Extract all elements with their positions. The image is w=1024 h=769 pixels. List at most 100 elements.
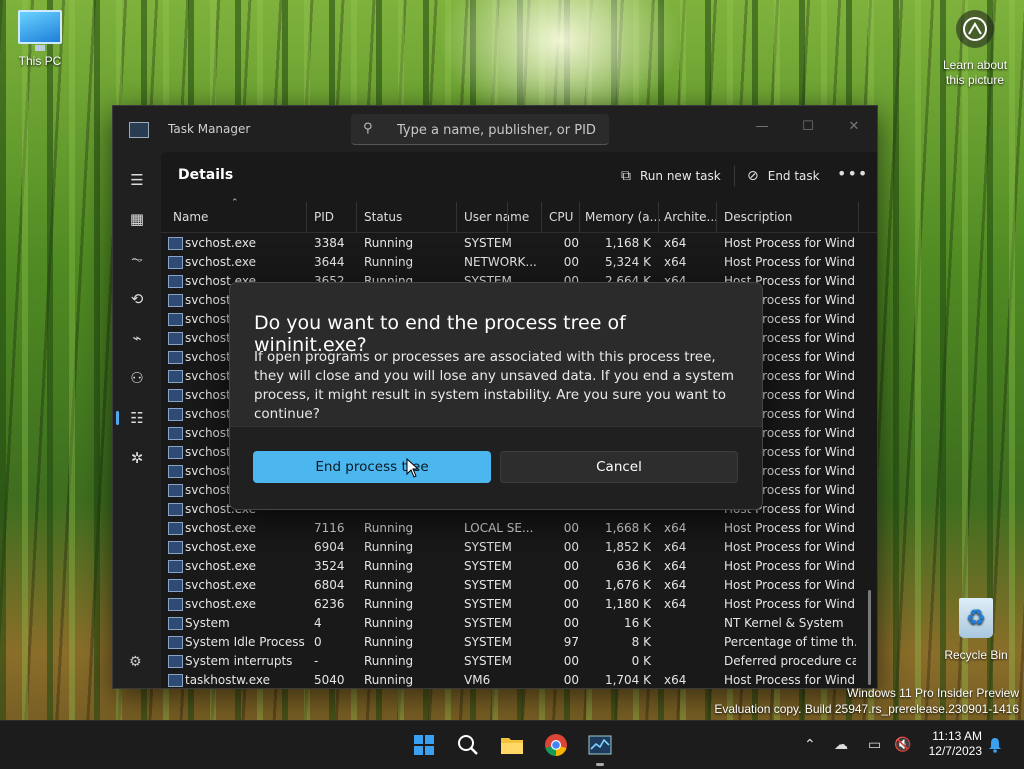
cell-arch: x64 [664,255,687,269]
column-divider[interactable] [658,202,659,232]
process-icon [168,484,183,497]
table-row[interactable]: svchost.exe 3384 Running SYSTEM 00 1,168 K x64… [161,233,877,252]
cell-status: Running [364,559,414,573]
cancel-button[interactable]: Cancel [500,451,738,483]
process-icon [168,636,183,649]
users-icon[interactable]: ⚇ [121,362,153,394]
column-divider[interactable] [306,202,307,232]
start-icon[interactable] [408,729,440,761]
cell-cpu: 97 [563,635,579,649]
process-icon [168,503,183,516]
startup-apps-icon[interactable]: ⌁ [121,322,153,354]
process-icon [168,674,183,687]
process-icon [168,408,183,421]
end-process-tree-button[interactable]: End process tree [253,451,491,483]
title-bar[interactable]: Task Manager ⚲ — ☐ ✕ [113,106,877,152]
cell-arch: x64 [664,578,687,592]
cell-pid: 3644 [314,255,345,269]
desktop-icon-recycle-bin[interactable]: ♻ Recycle Bin [940,598,1012,662]
table-row[interactable]: svchost.exe 3524 Running SYSTEM 00 636 K x64 Ho… [161,556,877,575]
onedrive-icon[interactable]: ☁ [834,721,848,769]
column-divider[interactable] [541,202,542,232]
end-task-label: End task [767,169,820,183]
table-row[interactable]: svchost.exe 6236 Running SYSTEM 00 1,180 K x64… [161,594,877,613]
cell-arch: x64 [664,236,687,250]
process-icon [168,275,183,288]
table-row[interactable]: System 4 Running SYSTEM 00 16 K NT Kernel & Sy… [161,613,877,632]
cell-status: Running [364,521,414,535]
recycle-bin-icon: ♻ [959,598,993,638]
column-divider[interactable] [579,202,580,232]
column-header[interactable]: PID [314,210,334,224]
system-clock[interactable]: 11:13 AM 12/7/2023 [918,729,982,759]
table-row[interactable]: System interrupts - Running SYSTEM 00 0 K Defe… [161,651,877,670]
details-icon[interactable]: ☷ [116,402,153,434]
app-history-icon[interactable]: ⟲ [121,283,153,315]
settings-gear-icon[interactable]: ⚙ [129,654,142,670]
cell-cpu: 00 [563,521,579,535]
table-row[interactable]: svchost.exe 7116 Running LOCAL SE... 00 1,668… [161,518,877,537]
performance-icon[interactable]: ⏦ [121,243,153,275]
cell-arch: x64 [664,597,687,611]
cell-name: svchost.exe [185,521,256,535]
sidebar-nav: ☰ ▦ ⏦ ⟲ ⌁ ⚇ ☷ ✲ [113,152,161,688]
services-icon[interactable]: ✲ [121,442,153,474]
window-title: Task Manager [168,122,251,136]
file-explorer-icon[interactable] [496,729,528,761]
end-task-button[interactable]: ⊘ End task [747,164,820,188]
search-icon[interactable] [452,729,484,761]
column-divider[interactable] [356,202,357,232]
processes-icon[interactable]: ▦ [121,203,153,235]
column-divider[interactable] [716,202,717,232]
cell-status: Running [364,597,414,611]
column-header[interactable]: User name [464,210,529,224]
camera-info-icon [956,10,994,48]
cell-status: Running [364,616,414,630]
learn-about-picture[interactable]: Learn about this picture [938,10,1012,88]
clock-time: 11:13 AM [932,729,982,743]
table-row[interactable]: System Idle Process 0 Running SYSTEM 97 8 K Pe… [161,632,877,651]
cell-status: Running [364,654,414,668]
column-divider[interactable] [858,202,859,232]
cell-desc: Deferred procedure ca... [724,654,856,668]
desktop-icon-this-pc[interactable]: This PC [14,10,66,68]
column-header[interactable]: Status [364,210,402,224]
learn-label-line1: Learn about [942,58,1008,72]
task-manager-app-icon [129,122,149,138]
column-header[interactable]: Name [173,210,208,224]
network-icon[interactable]: ▭ [868,721,881,769]
column-header[interactable]: Description [724,210,792,224]
search-input[interactable] [395,119,599,141]
column-divider[interactable] [507,202,508,232]
cell-name: svchost.exe [185,559,256,573]
table-row[interactable]: svchost.exe 3644 Running NETWORK... 00 5,324 … [161,252,877,271]
process-icon [168,351,183,364]
notification-bell-icon[interactable] [988,721,1002,769]
close-button[interactable]: ✕ [831,112,877,140]
cell-pid: 7116 [314,521,345,535]
run-new-task-button[interactable]: ⧉ Run new task [621,164,721,188]
column-divider[interactable] [456,202,457,232]
cell-name: System [185,616,230,630]
table-row[interactable]: svchost.exe 6904 Running SYSTEM 00 1,852 K x64… [161,537,877,556]
process-icon [168,237,183,250]
more-options-button[interactable]: ••• [837,164,867,188]
maximize-button[interactable]: ☐ [785,112,831,140]
hamburger-menu-icon[interactable]: ☰ [121,164,153,196]
task-manager-icon[interactable] [584,729,616,766]
cell-name: taskhostw.exe [185,673,270,687]
column-header[interactable]: Archite... [664,210,718,224]
end-task-icon: ⊘ [747,168,759,184]
minimize-button[interactable]: — [739,112,785,140]
cell-mem: 16 K [624,616,651,630]
search-box[interactable]: ⚲ [351,114,609,145]
chevron-up-icon[interactable]: ⌃ [804,721,816,769]
chrome-icon[interactable] [540,729,572,761]
column-header[interactable]: CPU [549,210,573,224]
volume-muted-icon[interactable]: 🔇 [894,721,911,769]
table-row[interactable]: svchost.exe 6804 Running SYSTEM 00 1,676 K x64… [161,575,877,594]
column-header[interactable]: Memory (a... [585,210,661,224]
vertical-scrollbar[interactable] [868,590,871,685]
cell-mem: 1,180 K [604,597,651,611]
page-title: Details [178,167,234,183]
